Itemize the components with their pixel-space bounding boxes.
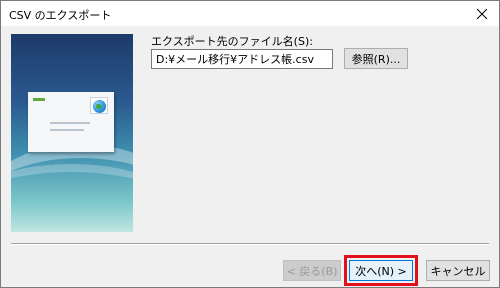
csv-export-dialog: CSV のエクスポート エクスポート先のファイル名(S): 参照(R)... <… xyxy=(0,0,500,288)
envelope-icon xyxy=(28,92,114,152)
browse-button[interactable]: 参照(R)... xyxy=(344,48,408,69)
file-name-label: エクスポート先のファイル名(S): xyxy=(151,35,313,48)
footer-separator xyxy=(11,243,489,245)
back-button[interactable]: < 戻る(B) xyxy=(283,260,341,281)
globe-icon xyxy=(93,100,106,113)
stamp-icon xyxy=(90,97,108,114)
envelope-line xyxy=(50,129,84,131)
file-name-input[interactable] xyxy=(151,49,333,69)
close-button[interactable] xyxy=(465,1,499,26)
window-title: CSV のエクスポート xyxy=(9,9,112,22)
wizard-illustration xyxy=(11,34,133,232)
title-bar: CSV のエクスポート xyxy=(1,1,499,26)
envelope-mark xyxy=(33,98,45,101)
next-button[interactable]: 次へ(N) > xyxy=(349,260,413,281)
cancel-button[interactable]: キャンセル xyxy=(426,260,490,281)
background-swirl xyxy=(11,164,133,232)
envelope-line xyxy=(50,122,90,124)
close-icon xyxy=(477,8,487,19)
